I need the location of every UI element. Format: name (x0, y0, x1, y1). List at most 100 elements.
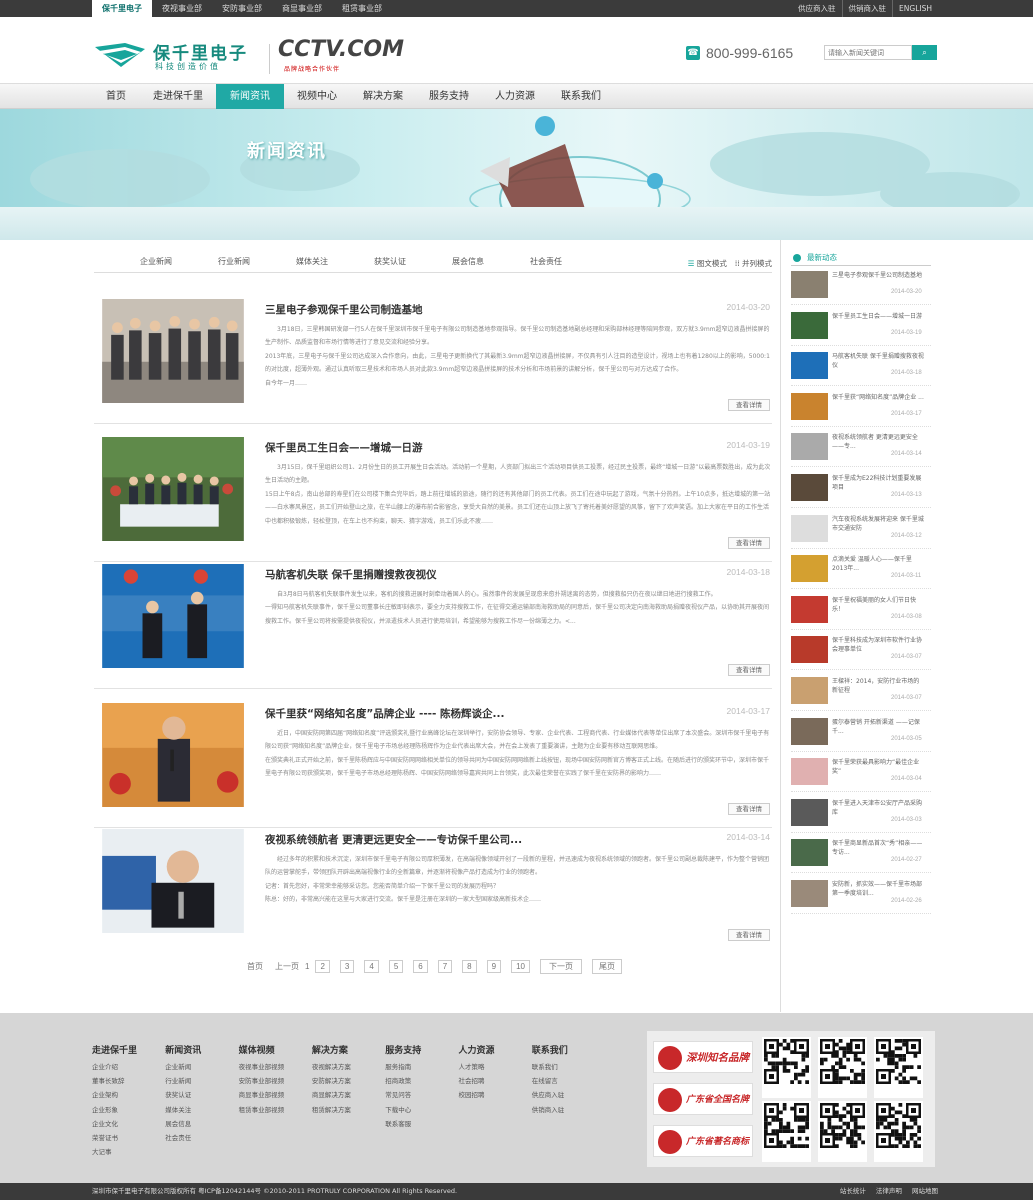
footer-link[interactable]: 安防解决方案 (312, 1074, 382, 1088)
read-more-button[interactable]: 查看详情 (728, 803, 770, 815)
footer-link[interactable]: 社会招聘 (459, 1074, 529, 1088)
footer-link[interactable]: 商显解决方案 (312, 1088, 382, 1102)
footer-link[interactable]: 联系客服 (385, 1117, 455, 1131)
news-photo[interactable] (94, 299, 252, 403)
sidebar-news-thumb[interactable] (791, 433, 828, 461)
sidebar-news-title[interactable]: 点滴关爱 温暖人心——保千里2013年... (832, 555, 924, 573)
sidebar-news-item[interactable]: 夜视系统领航者 更清更远更安全——专... 2014-03-14 (791, 433, 931, 468)
pager-first[interactable]: 首页 (247, 961, 263, 972)
supplier-join-link[interactable]: 供应商入驻 (792, 0, 842, 17)
sidebar-news-thumb[interactable] (791, 677, 828, 704)
footer-column-heading[interactable]: 解决方案 (312, 1043, 382, 1056)
footer-link[interactable]: 行业新闻 (165, 1074, 235, 1088)
sidebar-news-item[interactable]: 保千里获“网络知名度”品牌企业 ... 2014-03-17 (791, 392, 931, 427)
sidebar-news-thumb[interactable] (791, 839, 828, 867)
sidebar-news-title[interactable]: 保千里成为E22科技计划重要发展项目 (832, 474, 924, 492)
footer-link[interactable]: 获奖认证 (165, 1088, 235, 1102)
nav-support[interactable]: 服务支持 (416, 84, 482, 109)
news-title[interactable]: 保千里获“网络知名度”品牌企业 ---- 陈杨辉谈企... (265, 706, 505, 721)
sidebar-news-title[interactable]: 三星电子参观保千里公司制造基地 (832, 271, 924, 289)
sidebar-news-item[interactable]: 保千里成为E22科技计划重要发展项目 2014-03-13 (791, 474, 931, 508)
sidebar-news-title[interactable]: 保千里员工生日会——增城一日游 (832, 312, 924, 330)
footer-link[interactable]: 社会责任 (165, 1131, 235, 1145)
sidebar-news-title[interactable]: 保千里荣获最具影响力“最佳企业奖” (832, 758, 924, 776)
footer-link[interactable]: 企业形象 (92, 1103, 162, 1117)
footer-link[interactable]: 夜视事业部视频 (239, 1060, 309, 1074)
sidebar-news-thumb[interactable] (791, 880, 828, 907)
footer-column-heading[interactable]: 新闻资讯 (165, 1043, 235, 1056)
sitemap-link[interactable]: 网站地图 (912, 1187, 938, 1195)
sidebar-news-item[interactable]: 保千里科技成为深圳市软件行业协会理事单位 2014-03-07 (791, 636, 931, 671)
news-title[interactable]: 保千里员工生日会——增城一日游 (265, 440, 423, 455)
footer-link[interactable]: 招商政策 (385, 1074, 455, 1088)
footer-link[interactable]: 荣誉证书 (92, 1131, 162, 1145)
tab-awards[interactable]: 获奖认证 (374, 255, 406, 272)
pager-page[interactable]: 5 (388, 960, 404, 973)
footer-link[interactable]: 人才策略 (459, 1060, 529, 1074)
division-link-display[interactable]: 商显事业部 (272, 0, 332, 17)
pager-page[interactable]: 3 (339, 960, 355, 973)
footer-link[interactable]: 董事长致辞 (92, 1074, 162, 1088)
view-mode-image-text[interactable]: ☰ 图文模式 (688, 257, 727, 271)
sidebar-news-thumb[interactable] (791, 352, 828, 380)
sidebar-news-title[interactable]: 保千里祝福美丽的女人们节日快乐！ (832, 596, 924, 614)
tab-industry-news[interactable]: 行业新闻 (218, 255, 250, 272)
nav-news[interactable]: 新闻资讯 (216, 84, 284, 109)
pager-last[interactable]: 尾页 (591, 959, 622, 974)
pager-page[interactable]: 10 (511, 960, 530, 973)
footer-link[interactable]: 企业文化 (92, 1117, 162, 1131)
sidebar-news-item[interactable]: 保千里商显新品首次“秀”相亲——专访... 2014-02-27 (791, 839, 931, 874)
site-logo[interactable]: 保千里电子 科技创造价值 (95, 39, 265, 75)
sidebar-news-thumb[interactable] (791, 758, 828, 786)
tab-company-news[interactable]: 企业新闻 (140, 255, 172, 272)
footer-link[interactable]: 供应商入驻 (532, 1088, 602, 1102)
sidebar-news-item[interactable]: 安防新，抓实效——保千里市场部第一季度培训... 2014-02-26 (791, 880, 931, 914)
sidebar-news-item[interactable]: 保千里进入天津市公安厅产品采购库 2014-03-03 (791, 798, 931, 833)
sidebar-news-title[interactable]: 蛋尔泰营销 开拓新渠道 ——记保千... (832, 718, 924, 736)
footer-link[interactable]: 媒体关注 (165, 1103, 235, 1117)
sidebar-news-thumb[interactable] (791, 636, 828, 664)
footer-link[interactable]: 租赁事业部视频 (239, 1103, 309, 1117)
nav-about[interactable]: 走进保千里 (140, 84, 216, 109)
sidebar-news-thumb[interactable] (791, 474, 828, 501)
view-mode-list[interactable]: ⁞⁞ 并列模式 (735, 257, 772, 271)
news-title[interactable]: 夜视系统领航者 更清更远更安全——专访保千里公司... (265, 832, 522, 847)
footer-link[interactable]: 校园招聘 (459, 1088, 529, 1102)
sidebar-news-title[interactable]: 马航客机失联 保千里捐赠搜救夜视仪 (832, 352, 924, 370)
footer-link[interactable]: 供销商入驻 (532, 1103, 602, 1117)
read-more-button[interactable]: 查看详情 (728, 537, 770, 549)
sidebar-news-title[interactable]: 保千里商显新品首次“秀”相亲——专访... (832, 839, 924, 857)
sidebar-news-title[interactable]: 安防新，抓实效——保千里市场部第一季度培训... (832, 880, 924, 898)
news-title[interactable]: 马航客机失联 保千里捐赠搜救夜视仪 (265, 567, 437, 582)
footer-link[interactable]: 商显事业部视频 (239, 1088, 309, 1102)
division-link-protruly[interactable]: 保千里电子 (92, 0, 152, 17)
sidebar-news-title[interactable]: 保千里科技成为深圳市软件行业协会理事单位 (832, 636, 924, 654)
search-input[interactable] (824, 45, 912, 60)
sidebar-news-item[interactable]: 三星电子参观保千里公司制造基地 2014-03-20 (791, 271, 931, 305)
nav-video[interactable]: 视频中心 (284, 84, 350, 109)
footer-link[interactable]: 安防事业部视频 (239, 1074, 309, 1088)
footer-link[interactable]: 服务指南 (385, 1060, 455, 1074)
sidebar-news-thumb[interactable] (791, 311, 828, 339)
tab-media[interactable]: 媒体关注 (296, 255, 328, 272)
footer-column-heading[interactable]: 服务支持 (385, 1043, 455, 1056)
division-link-security[interactable]: 安防事业部 (212, 0, 272, 17)
sidebar-news-thumb[interactable] (791, 555, 828, 583)
footer-link[interactable]: 大记事 (92, 1145, 162, 1159)
sidebar-news-item[interactable]: 蛋尔泰营销 开拓新渠道 ——记保千... 2014-03-05 (791, 717, 931, 752)
news-title[interactable]: 三星电子参观保千里公司制造基地 (265, 302, 423, 317)
sidebar-news-thumb[interactable] (791, 717, 828, 745)
pager-page[interactable]: 4 (364, 960, 379, 973)
sidebar-news-item[interactable]: 汽车夜视系统发展将迎来 保千里城市交通安防 2014-03-12 (791, 514, 931, 549)
sidebar-news-title[interactable]: 汽车夜视系统发展将迎来 保千里城市交通安防 (832, 515, 924, 533)
nav-contact[interactable]: 联系我们 (548, 84, 614, 109)
footer-column-heading[interactable]: 人力资源 (459, 1043, 529, 1056)
news-photo[interactable] (94, 437, 252, 541)
footer-column-heading[interactable]: 走进保千里 (92, 1043, 162, 1056)
sidebar-news-item[interactable]: 马航客机失联 保千里捐赠搜救夜视仪 2014-03-18 (791, 352, 931, 387)
nav-hr[interactable]: 人力资源 (482, 84, 548, 109)
footer-link[interactable]: 联系我们 (532, 1060, 602, 1074)
footer-link[interactable]: 企业架构 (92, 1088, 162, 1102)
sidebar-news-thumb[interactable] (791, 392, 828, 420)
footer-column-heading[interactable]: 联系我们 (532, 1043, 602, 1056)
